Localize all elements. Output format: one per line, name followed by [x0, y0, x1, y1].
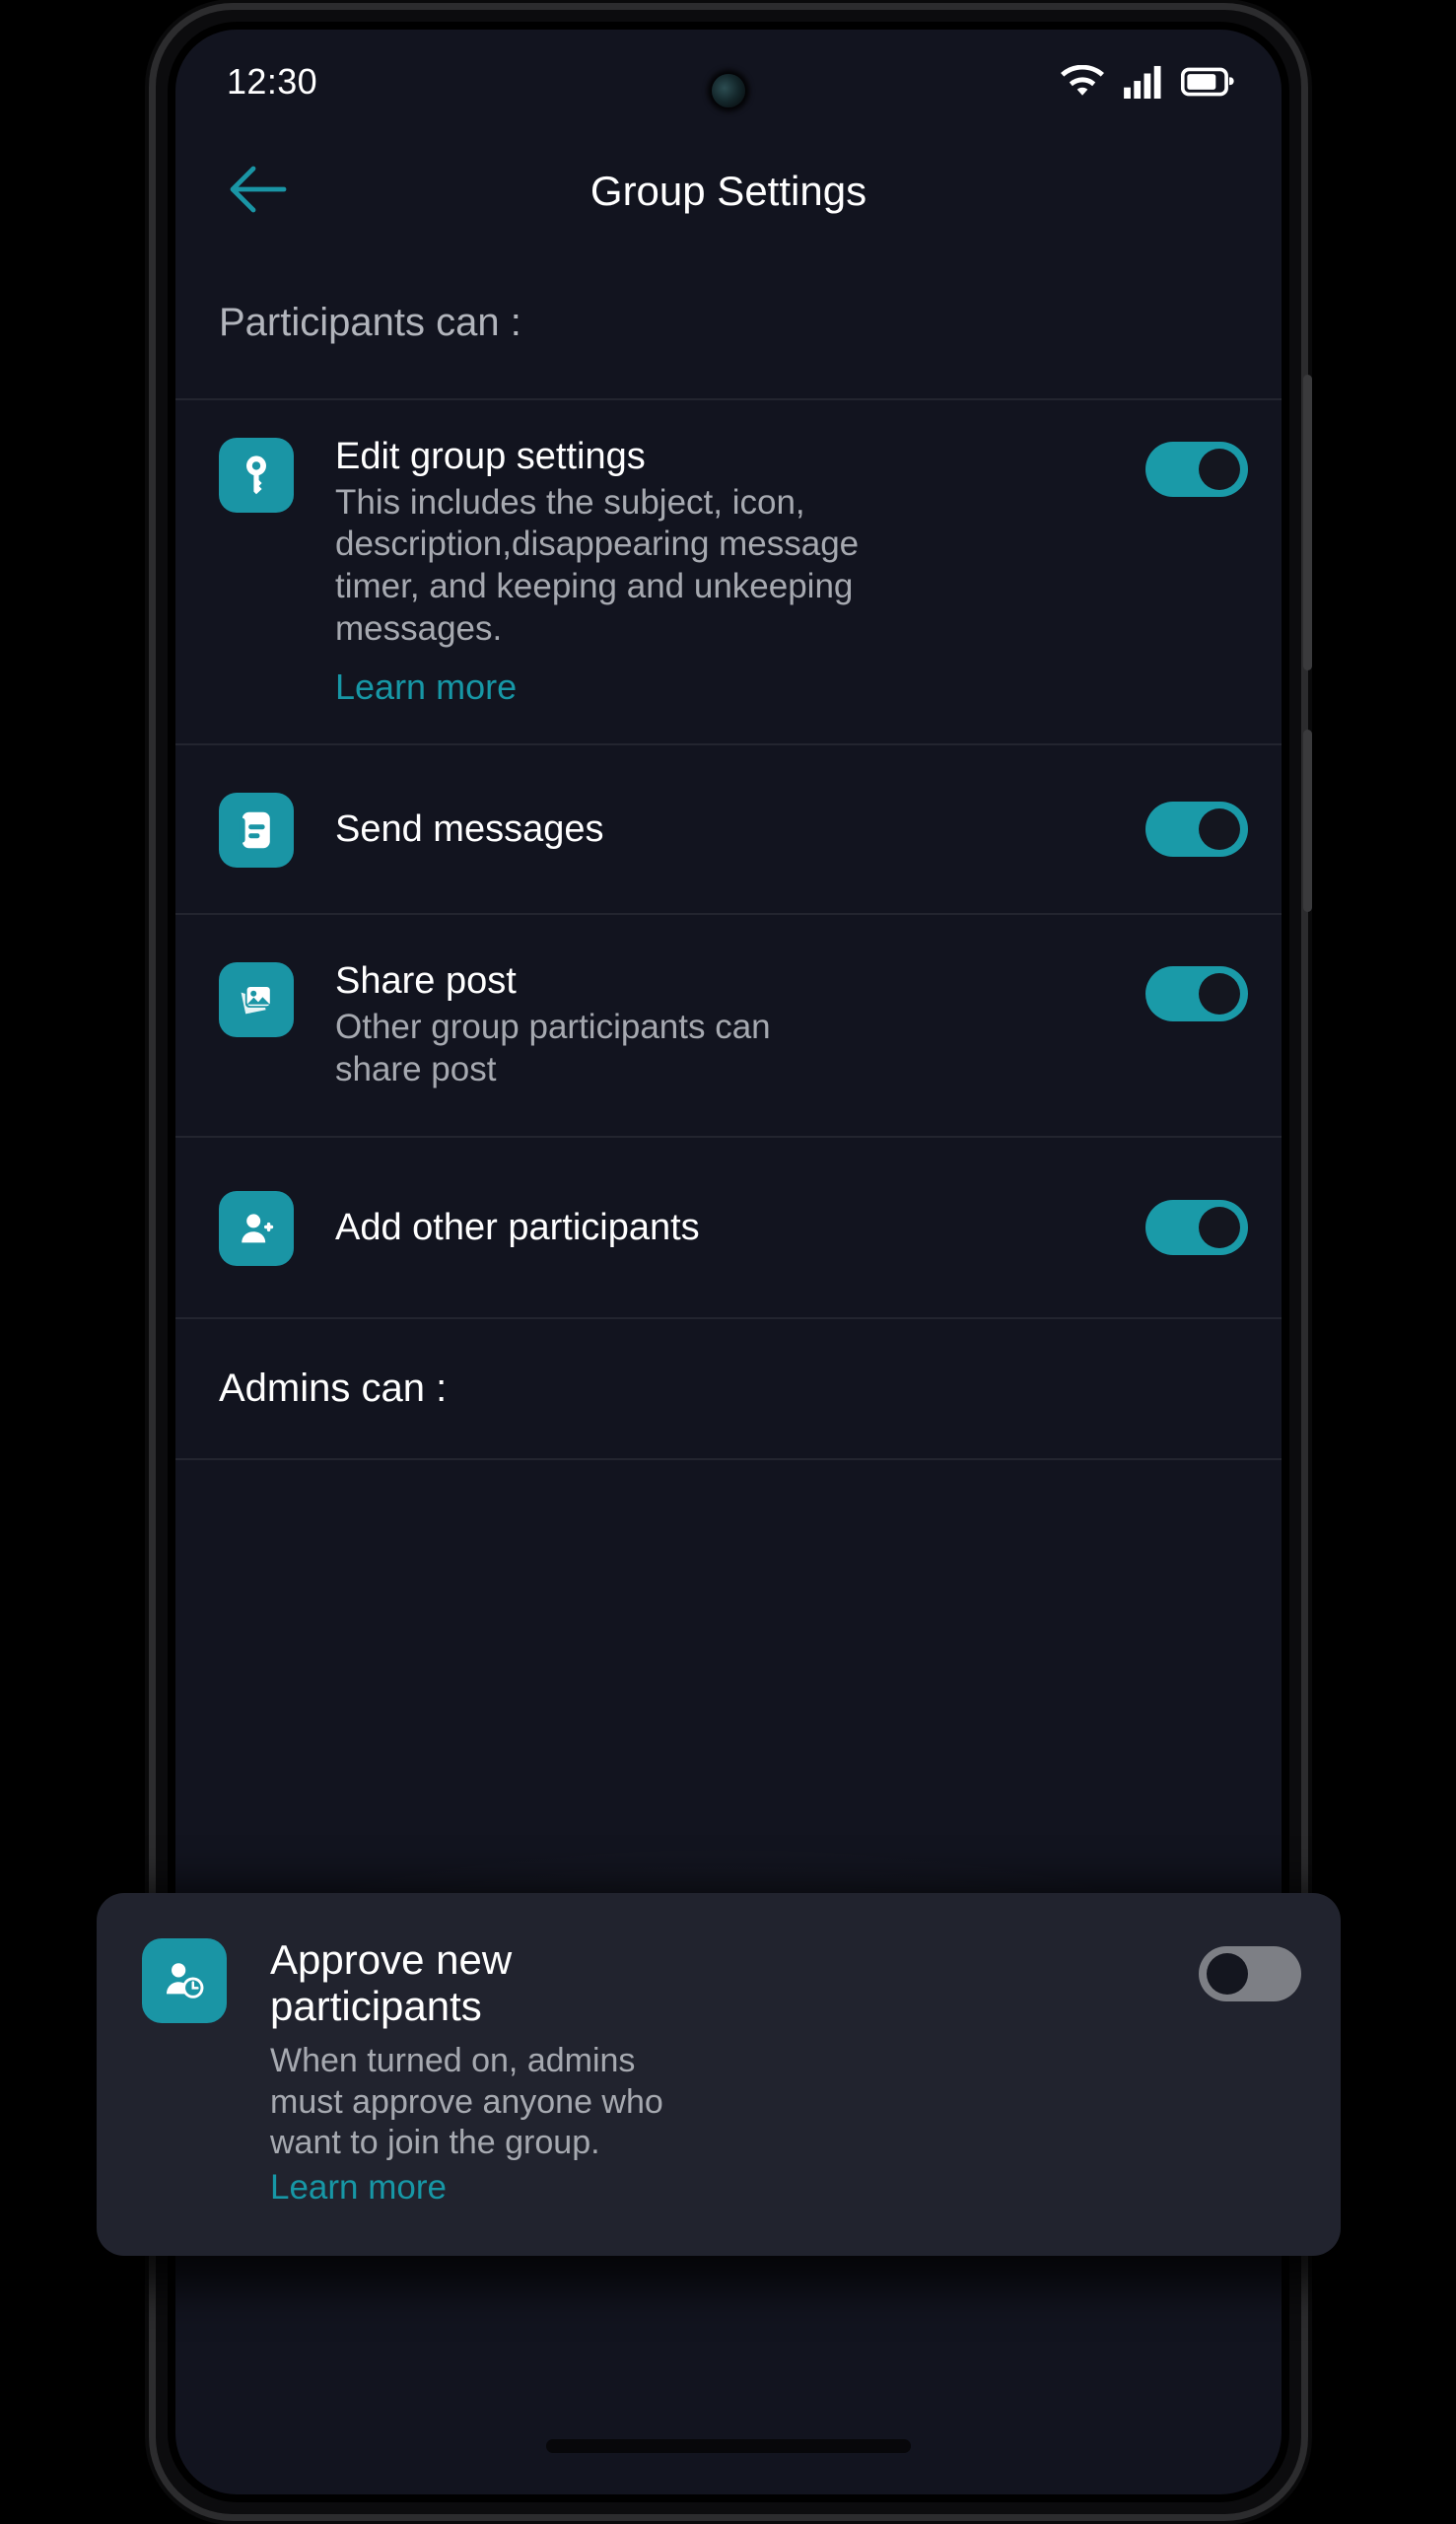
cellular-signal-icon	[1124, 65, 1161, 99]
screenshot-stage: 12:30 Group Settings Participants can: …	[0, 0, 1456, 2524]
toggle-approve-new-participants[interactable]	[1199, 1946, 1301, 2001]
card-title: Approve new participants	[270, 1936, 513, 2030]
message-document-icon	[219, 793, 294, 869]
setting-text: Send messages	[294, 808, 1145, 851]
setting-title: Share post	[335, 960, 517, 1003]
volume-button[interactable]	[1303, 375, 1312, 670]
status-bar: 12:30	[175, 30, 1282, 133]
setting-subtitle: This includes the subject, icon, descrip…	[335, 482, 860, 648]
toggle-knob	[1199, 973, 1240, 1016]
setting-row-add-other-participants[interactable]: Add other participants	[175, 1138, 1282, 1317]
person-add-icon	[219, 1191, 294, 1267]
gesture-navigation-pill[interactable]	[546, 2439, 911, 2453]
back-button[interactable]	[219, 153, 296, 230]
person-clock-icon	[142, 1938, 227, 2023]
toggle-send-messages[interactable]	[1145, 802, 1248, 858]
setting-title: Edit group settings	[335, 436, 646, 477]
setting-row-edit-group-settings[interactable]: Edit group settings This includes the su…	[175, 400, 1282, 743]
card-learn-more-link[interactable]: Learn more	[270, 2167, 447, 2208]
setting-row-send-messages[interactable]: Send messages	[175, 745, 1282, 913]
setting-text: Edit group settings This includes the su…	[294, 436, 1145, 708]
toggle-edit-group-settings[interactable]	[1145, 442, 1248, 497]
status-icons	[1061, 64, 1234, 99]
setting-row-share-post[interactable]: Share post Other group participants can …	[175, 915, 1282, 1136]
setting-text: Add other participants	[294, 1207, 1145, 1249]
page-title: Group Settings	[589, 168, 867, 214]
setting-title: Add other participants	[335, 1207, 700, 1249]
section-heading-participants: Participants can :	[219, 301, 521, 344]
toggle-knob	[1199, 449, 1240, 490]
image-stack-icon	[219, 962, 294, 1038]
toggle-knob	[1199, 1207, 1240, 1249]
wifi-icon	[1061, 64, 1104, 99]
learn-more-link[interactable]: Learn more	[335, 666, 517, 708]
setting-title: Send messages	[335, 808, 604, 851]
toggle-share-post[interactable]	[1145, 966, 1248, 1022]
card-subtitle: When turned on, admins must approve anyo…	[270, 2042, 663, 2161]
section-heading-admins: Admins can :	[219, 1367, 448, 1411]
setting-text: Share post Other group participants can …	[294, 960, 1145, 1090]
approve-new-participants-card[interactable]: Approve new participants When turned on,…	[97, 1893, 1341, 2257]
status-time: 12:30	[227, 60, 318, 102]
toggle-knob	[1199, 808, 1240, 851]
toggle-add-other-participants[interactable]	[1145, 1200, 1248, 1256]
battery-icon	[1181, 66, 1234, 98]
setting-subtitle: Other group participants can share post	[335, 1008, 771, 1088]
power-button[interactable]	[1303, 730, 1312, 912]
front-camera-punch-hole	[712, 74, 745, 107]
divider	[175, 1458, 1282, 1461]
toggle-knob	[1207, 1953, 1248, 1995]
key-icon	[219, 438, 294, 513]
back-arrow-icon	[227, 165, 288, 219]
app-bar: Group Settings	[175, 133, 1282, 249]
card-text: Approve new participants When turned on,…	[227, 1936, 1199, 2208]
